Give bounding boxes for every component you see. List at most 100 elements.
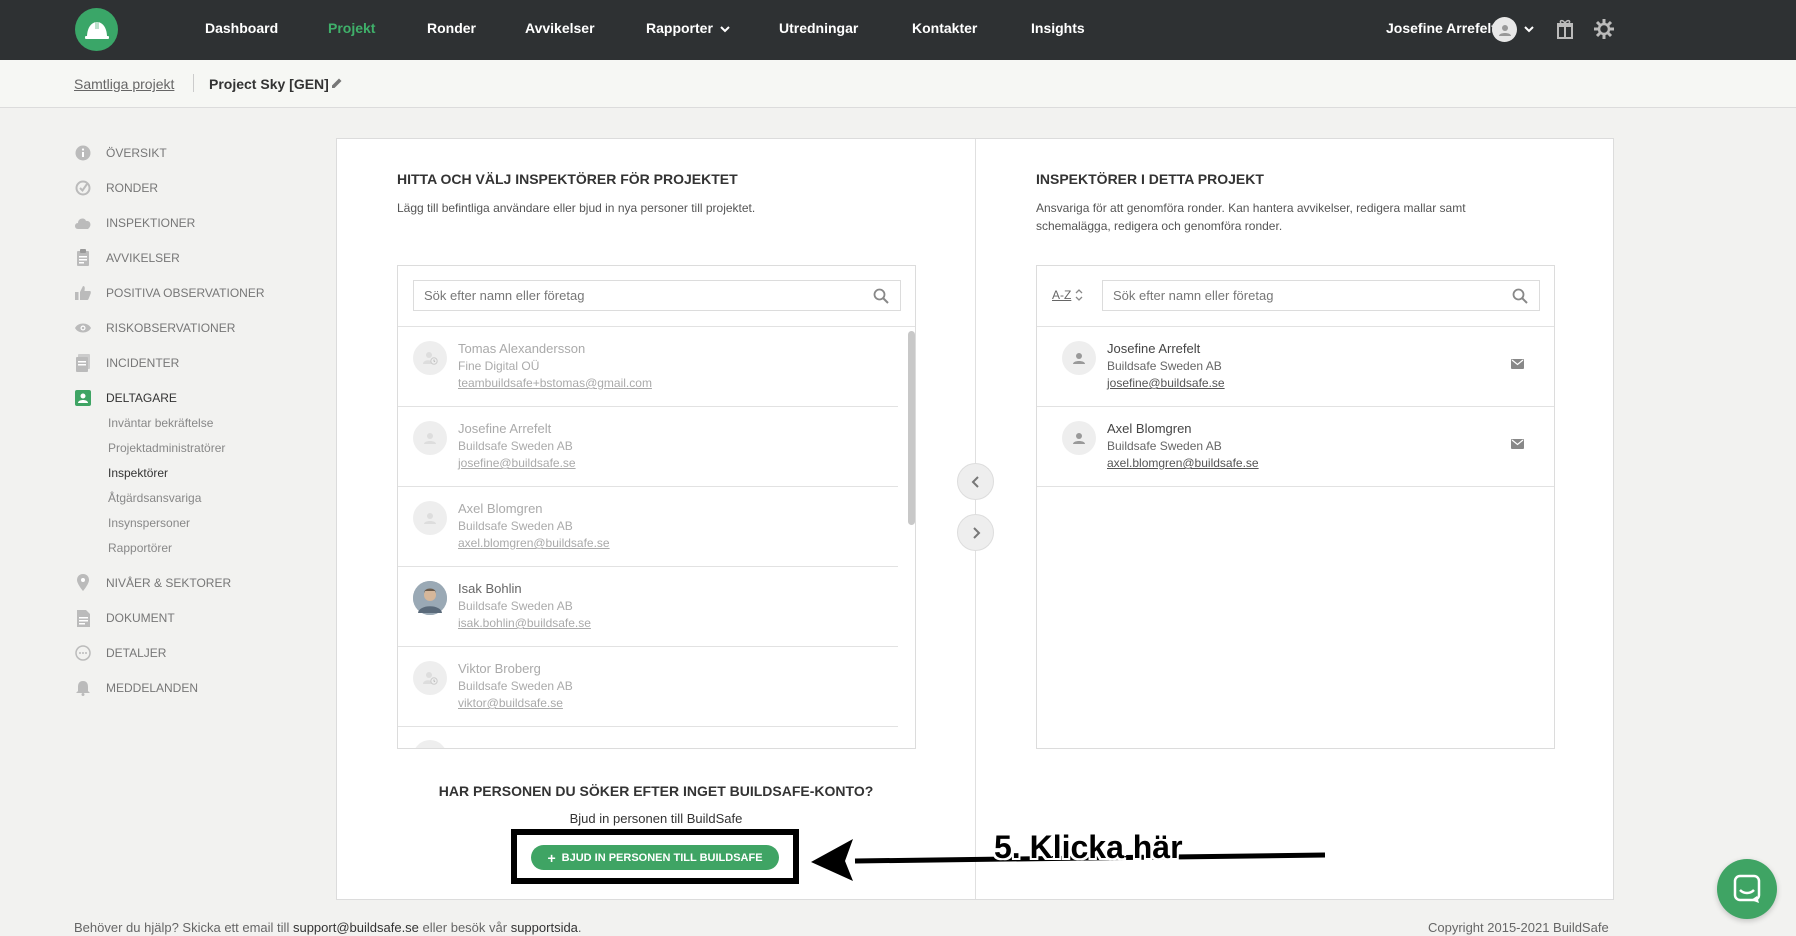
search-icon[interactable] (1512, 288, 1528, 304)
footer-help: Behöver du hjälp? Skicka ett email till … (74, 920, 582, 935)
sidebar-item-label: Incidenter (106, 356, 180, 370)
person-company: Buildsafe Sweden AB (458, 679, 573, 693)
sort-label: A-Z (1052, 288, 1072, 302)
sidebar-item-incidenter[interactable]: Incidenter (74, 353, 179, 373)
sidebar-sub-projektadministratorer[interactable]: Projektadministratörer (108, 441, 225, 455)
project-inspectors-list: A-Z Josefine Arrefelt Buildsafe Sweden A… (1036, 265, 1555, 749)
envelope-icon[interactable] (1511, 359, 1524, 369)
nav-insights[interactable]: Insights (1031, 20, 1085, 36)
nav-rapporter-label: Rapporter (646, 20, 713, 36)
chat-support-button[interactable] (1717, 859, 1777, 919)
nav-rapporter[interactable]: Rapporter (646, 20, 730, 36)
person-email[interactable]: viktor@buildsafe.se (458, 696, 563, 710)
sidebar-item-riskobservationer[interactable]: Riskobservationer (74, 318, 235, 338)
breadcrumb-all-projects[interactable]: Samtliga projekt (74, 76, 174, 92)
sidebar-item-avvikelser[interactable]: Avvikelser (74, 248, 180, 268)
person-email[interactable]: josefine@buildsafe.se (1107, 376, 1225, 390)
sidebar-sub-insynspersoner[interactable]: Insynspersoner (108, 516, 190, 530)
person-email[interactable]: teambuildsafe+bstomas@gmail.com (458, 376, 652, 390)
settings-icon[interactable] (1593, 18, 1615, 40)
sort-arrows-icon (1075, 289, 1083, 301)
person-email[interactable]: axel.blomgren@buildsafe.se (458, 536, 610, 550)
sidebar-sub-inspektorer[interactable]: Inspektörer (108, 466, 168, 480)
list-item[interactable]: Josefine Arrefelt Buildsafe Sweden AB jo… (1037, 327, 1554, 407)
nav-ronder[interactable]: Ronder (427, 20, 476, 36)
sidebar-item-oversikt[interactable]: Översikt (74, 143, 167, 163)
search-available-input[interactable] (413, 280, 901, 311)
footer-help-suffix: . (577, 920, 582, 935)
user-avatar-icon (413, 421, 447, 455)
sidebar-sub-invantar[interactable]: Inväntar bekräftelse (108, 416, 213, 430)
envelope-icon[interactable] (1511, 439, 1524, 449)
move-right-button[interactable] (957, 514, 994, 551)
footer-help-prefix: Behöver du hjälp? Skicka ett email till (74, 920, 290, 935)
list-item[interactable]: Viktor Broberg Buildsafe Sweden AB vikto… (398, 647, 898, 727)
plus-icon: + (547, 849, 556, 866)
user-menu-chevron-icon[interactable] (1523, 24, 1535, 34)
sidebar-item-deltagare[interactable]: Deltagare (74, 388, 177, 408)
sidebar-item-label: Nivåer & sektorer (106, 576, 232, 590)
list-scrollbar[interactable] (907, 326, 915, 746)
file-icon (74, 609, 92, 627)
person-name: Josefine Arrefelt (458, 421, 552, 436)
invite-to-buildsafe-button[interactable]: + Bjud in personen till BuildSafe (531, 845, 779, 870)
document-icon (74, 354, 92, 372)
sidebar-sub-rapportorer[interactable]: Rapportörer (108, 541, 172, 555)
info-icon (74, 144, 92, 162)
list-item[interactable]: Tomas Alexandersson Fine Digital OÜ team… (398, 327, 898, 407)
nav-avvikelser[interactable]: Avvikelser (525, 20, 595, 36)
user-avatar-icon[interactable] (1492, 17, 1517, 42)
invite-subtitle: Bjud in personen till BuildSafe (569, 811, 743, 826)
search-project-inspectors-input[interactable] (1102, 280, 1540, 311)
person-email[interactable]: josefine@buildsafe.se (458, 456, 576, 470)
list-item[interactable]: Isak Bohlin Buildsafe Sweden AB isak.boh… (398, 567, 898, 647)
list-separator (1037, 486, 1554, 487)
search-icon[interactable] (873, 288, 889, 304)
clipboard-icon (74, 249, 92, 267)
list-item[interactable]: Axel Blomgren Buildsafe Sweden AB axel.b… (398, 487, 898, 567)
sidebar-item-inspektioner[interactable]: Inspektioner (74, 213, 195, 233)
edit-pencil-icon[interactable] (331, 77, 343, 89)
nav-utredningar[interactable]: Utredningar (779, 20, 858, 36)
thumbs-up-icon (74, 284, 92, 302)
sidebar-item-meddelanden[interactable]: Meddelanden (74, 678, 198, 698)
helmet-logo-icon[interactable] (75, 8, 118, 51)
pending-user-icon (413, 661, 447, 695)
nav-projekt[interactable]: Projekt (328, 20, 375, 36)
sidebar-item-positiva-observationer[interactable]: Positiva observationer (74, 283, 264, 303)
person-email[interactable]: axel.blomgren@buildsafe.se (1107, 456, 1259, 470)
sidebar-item-nivaer-sektorer[interactable]: Nivåer & sektorer (74, 573, 231, 593)
project-inspectors-desc: Ansvariga för att genomföra ronder. Kan … (1036, 201, 1466, 233)
sidebar-item-detaljer[interactable]: Detaljer (74, 643, 166, 663)
location-pin-icon (74, 574, 92, 592)
person-name: Josefine Arrefelt (1107, 341, 1201, 356)
gift-icon[interactable] (1556, 18, 1574, 40)
top-navigation: Dashboard Projekt Ronder Avvikelser Rapp… (0, 0, 1796, 60)
sidebar-sub-atgardsansvariga[interactable]: Åtgärdsansvariga (108, 491, 201, 505)
move-left-button[interactable] (957, 463, 994, 500)
person-name: Viktor Broberg (458, 661, 541, 676)
bell-icon (74, 679, 92, 697)
scrollbar-thumb[interactable] (908, 331, 915, 525)
nav-kontakter[interactable]: Kontakter (912, 20, 977, 36)
user-avatar-icon (1062, 341, 1096, 375)
find-inspectors-title: Hitta och välj inspektörer för projektet (397, 171, 738, 187)
sidebar-item-label: Meddelanden (106, 681, 199, 695)
person-company: Buildsafe Sweden AB (1107, 439, 1222, 453)
sidebar-item-dokument[interactable]: Dokument (74, 608, 175, 628)
list-item[interactable]: Josefine Arrefelt Buildsafe Sweden AB jo… (398, 407, 898, 487)
support-page-link[interactable]: supportsida (511, 920, 578, 935)
find-inspectors-desc: Lägg till befintliga användare eller bju… (397, 201, 756, 215)
person-email[interactable]: isak.bohlin@buildsafe.se (458, 616, 591, 630)
project-title: Project Sky [GEN] (209, 76, 329, 92)
sidebar-item-label: Riskobservationer (106, 321, 236, 335)
person-company: Buildsafe Sweden AB (458, 519, 573, 533)
nav-dashboard[interactable]: Dashboard (205, 20, 278, 36)
person-company: Buildsafe Sweden AB (458, 439, 573, 453)
list-item[interactable]: Axel Blomgren Buildsafe Sweden AB axel.b… (1037, 407, 1554, 487)
support-email-link[interactable]: support@buildsafe.se (293, 920, 419, 935)
sidebar-item-ronder[interactable]: Ronder (74, 178, 158, 198)
user-name[interactable]: Josefine Arrefelt (1386, 20, 1496, 36)
sidebar-item-label: Deltagare (106, 391, 177, 405)
sort-toggle[interactable]: A-Z (1052, 288, 1083, 302)
